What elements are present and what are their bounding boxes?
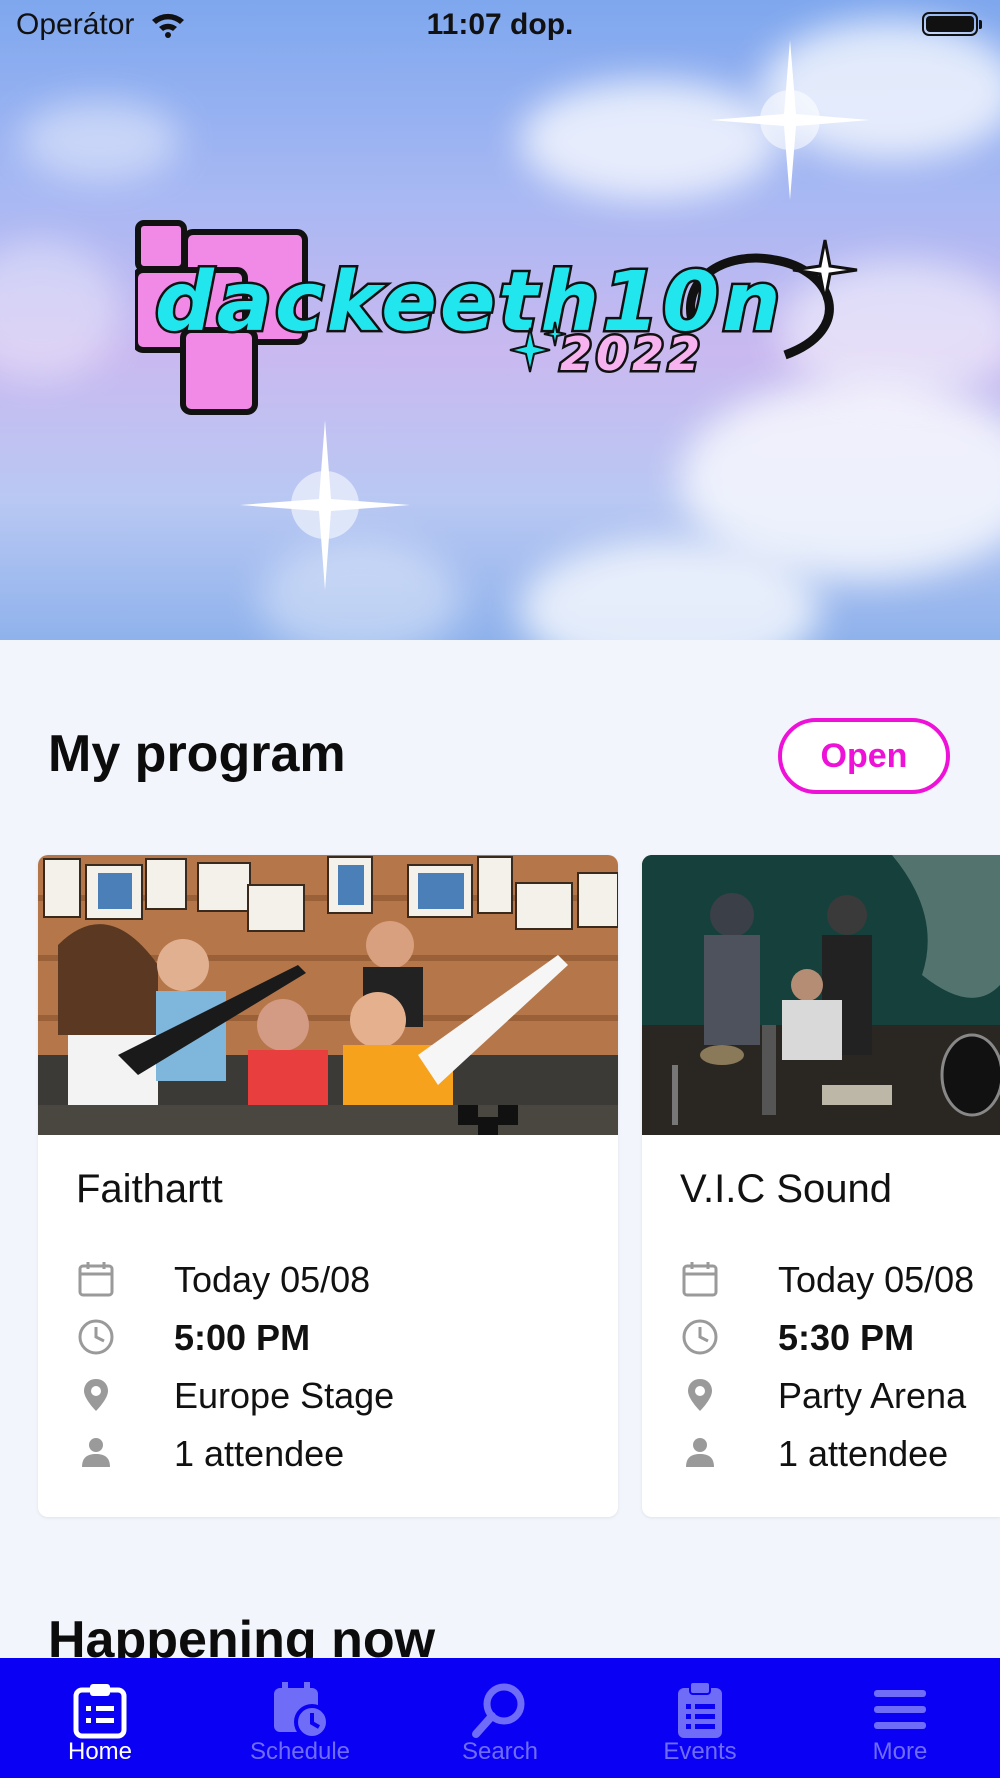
attendees-text: 1 attendee	[778, 1433, 949, 1474]
tab-label: Events	[663, 1738, 737, 1765]
tab-more[interactable]: More	[800, 1658, 1000, 1778]
tab-label: More	[872, 1738, 928, 1765]
tab-home[interactable]: Home	[0, 1658, 200, 1778]
clock-icon	[78, 1319, 114, 1355]
tab-events[interactable]: Events	[600, 1658, 800, 1778]
date-text: Today 05/08	[174, 1259, 371, 1300]
artist-name: Faithartt	[76, 1167, 223, 1211]
clipboard-icon	[678, 1681, 722, 1738]
location-row: Party Arena	[680, 1371, 1000, 1421]
festival-logo: dackeeth10n 2022	[135, 220, 858, 415]
location-text: Europe Stage	[174, 1375, 395, 1416]
menu-icon	[874, 1690, 926, 1729]
band-photo	[642, 855, 1000, 1135]
status-bar: Operátor 11:07 dop.	[0, 0, 1000, 50]
sparkle-icon	[710, 40, 870, 200]
tab-label: Schedule	[249, 1738, 351, 1765]
time-text: 5:00 PM	[174, 1317, 311, 1358]
logo-year: 2022	[560, 327, 704, 381]
calendar-icon	[78, 1262, 114, 1297]
location-pin-icon	[688, 1379, 712, 1411]
date-row: Today 05/08	[680, 1255, 1000, 1305]
search-icon	[472, 1683, 525, 1738]
tab-search[interactable]: Search	[400, 1658, 600, 1778]
status-time: 11:07 dop.	[426, 8, 574, 41]
tab-label: Search	[461, 1738, 539, 1765]
sparkle-icon	[240, 420, 410, 590]
artist-name: V.I.C Sound	[680, 1167, 893, 1211]
calendar-clock-icon	[274, 1682, 330, 1740]
tab-label: Home	[67, 1738, 133, 1765]
person-icon	[82, 1438, 110, 1467]
clipboard-list-icon	[73, 1684, 127, 1739]
attendees-text: 1 attendee	[174, 1433, 345, 1474]
location-pin-icon	[84, 1379, 108, 1411]
my-program-heading: My program	[48, 725, 346, 783]
attendees-row: 1 attendee	[76, 1429, 616, 1479]
clock-icon	[682, 1319, 718, 1355]
person-icon	[686, 1438, 714, 1467]
location-text: Party Arena	[778, 1375, 967, 1416]
hero-banner: Operátor 11:07 dop. dackeeth10n 2022	[0, 0, 1000, 640]
time-row: 5:00 PM	[76, 1313, 616, 1363]
program-card-faithartt[interactable]: Faithartt Today 05/08 5:00 PM Europe Sta…	[38, 855, 618, 1517]
battery-icon	[922, 12, 982, 36]
attendees-row: 1 attendee	[680, 1429, 1000, 1479]
program-card-vic-sound[interactable]: V.I.C Sound Today 05/08 5:30 PM Party Ar…	[642, 855, 1000, 1517]
open-program-button[interactable]: Open	[778, 718, 950, 794]
calendar-icon	[682, 1262, 718, 1297]
time-text: 5:30 PM	[778, 1317, 915, 1358]
tab-bar: Home Schedule Search Events More	[0, 1658, 1000, 1778]
date-row: Today 05/08	[76, 1255, 616, 1305]
band-photo	[38, 855, 618, 1135]
date-text: Today 05/08	[778, 1259, 975, 1300]
tab-schedule[interactable]: Schedule	[200, 1658, 400, 1778]
location-row: Europe Stage	[76, 1371, 616, 1421]
time-row: 5:30 PM	[680, 1313, 1000, 1363]
